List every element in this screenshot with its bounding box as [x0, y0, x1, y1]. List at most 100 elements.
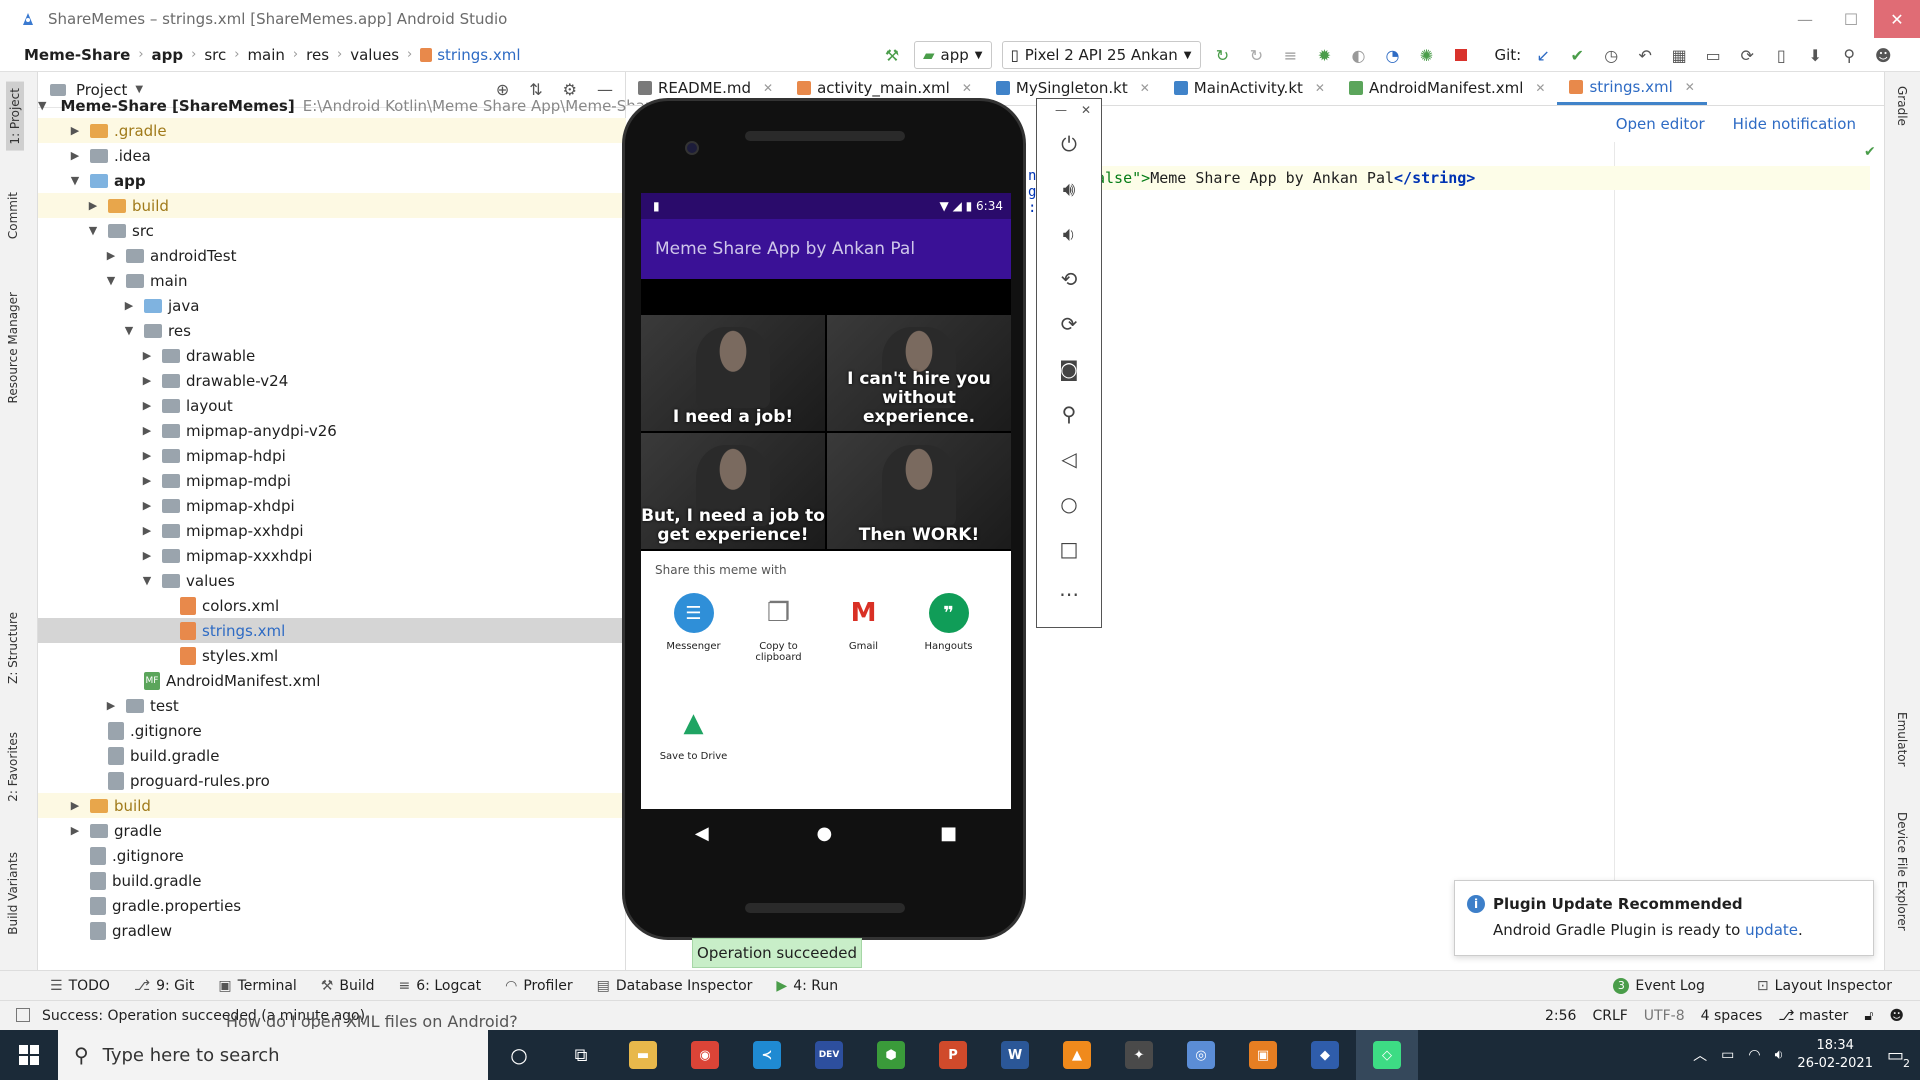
tree-item[interactable]: ▼ values: [38, 568, 626, 593]
tab-commit[interactable]: Commit: [6, 192, 20, 239]
tab-build-variants[interactable]: Build Variants: [6, 852, 20, 935]
tree-item[interactable]: gradlew: [38, 918, 626, 943]
device-screen[interactable]: ▮ ▼ ◢ ▮ 6:34 Meme Share App by Ankan Pal…: [641, 193, 1011, 809]
chrome-icon[interactable]: ◉: [674, 1030, 736, 1080]
chevron-down-icon[interactable]: ▼: [104, 274, 118, 287]
share-target[interactable]: ☰ Messenger: [651, 593, 736, 652]
terminal-tab[interactable]: ▣ Terminal: [218, 978, 296, 994]
profiler-tab[interactable]: ◠ Profiler: [505, 978, 573, 994]
file-explorer-icon[interactable]: ▬: [612, 1030, 674, 1080]
share-target[interactable]: ▲ Save to Drive: [651, 703, 736, 762]
app-green-icon[interactable]: ⬢: [860, 1030, 922, 1080]
volume-down-icon[interactable]: 🔉︎: [1037, 211, 1101, 256]
battery-icon[interactable]: ▭: [1721, 1047, 1734, 1063]
rotate-right-icon[interactable]: ⟳: [1037, 301, 1101, 346]
breadcrumb-item[interactable]: strings.xml: [437, 46, 520, 64]
chevron-down-icon[interactable]: ▼: [140, 574, 154, 587]
breadcrumb-item[interactable]: values: [350, 46, 399, 64]
lock-icon[interactable]: 🔓︎: [1864, 1008, 1873, 1024]
chevron-right-icon[interactable]: ▶: [104, 699, 118, 712]
app-circle-icon[interactable]: ◎: [1170, 1030, 1232, 1080]
logcat-tab[interactable]: ≡ 6: Logcat: [399, 978, 482, 994]
chevron-right-icon[interactable]: ▶: [140, 424, 154, 437]
volume-icon[interactable]: 🔉︎: [1775, 1047, 1784, 1063]
git-branch[interactable]: ⎇ master: [1778, 1008, 1848, 1024]
share-target[interactable]: ❐ Copy to clipboard: [736, 593, 821, 663]
rerun-icon[interactable]: ↻: [1211, 43, 1235, 67]
chevron-right-icon[interactable]: ▶: [140, 399, 154, 412]
chevron-right-icon[interactable]: ▶: [68, 799, 82, 812]
tree-item[interactable]: ▼ res: [38, 318, 626, 343]
tree-item[interactable]: build.gradle: [38, 868, 626, 893]
close-icon[interactable]: ✕: [1081, 103, 1091, 121]
stop-icon[interactable]: [1449, 43, 1473, 67]
tab-gradle[interactable]: Gradle: [1895, 86, 1909, 126]
git-tab[interactable]: ⎇ 9: Git: [134, 978, 194, 994]
hammer-icon[interactable]: ⚒: [880, 43, 904, 67]
tree-item[interactable]: gradle.properties: [38, 893, 626, 918]
tab-resource-manager[interactable]: Resource Manager: [6, 292, 20, 403]
task-view-icon[interactable]: ⧉: [550, 1030, 612, 1080]
powerpoint-icon[interactable]: P: [922, 1030, 984, 1080]
zoom-icon[interactable]: ⚲: [1037, 391, 1101, 436]
wifi-icon[interactable]: ◠: [1748, 1047, 1760, 1063]
dev-cpp-icon[interactable]: DEV: [798, 1030, 860, 1080]
chevron-right-icon[interactable]: ▶: [68, 149, 82, 162]
cortana-icon[interactable]: ○: [488, 1030, 550, 1080]
tree-item[interactable]: colors.xml: [38, 593, 626, 618]
rotate-left-icon[interactable]: ⟲: [1037, 256, 1101, 301]
overview-icon[interactable]: □: [1037, 526, 1101, 571]
line-separator[interactable]: CRLF: [1592, 1008, 1627, 1024]
word-icon[interactable]: W: [984, 1030, 1046, 1080]
tree-item[interactable]: ▶ androidTest: [38, 243, 626, 268]
device-manager-icon[interactable]: ▯: [1769, 43, 1793, 67]
share-target[interactable]: M Gmail: [821, 593, 906, 652]
hide-notification-link[interactable]: Hide notification: [1733, 115, 1856, 133]
chevron-down-icon[interactable]: ▼: [86, 224, 100, 237]
coverage-icon[interactable]: ◐: [1347, 43, 1371, 67]
back-icon[interactable]: ◀: [695, 823, 709, 844]
close-tab-icon[interactable]: ✕: [763, 81, 773, 95]
close-tab-icon[interactable]: ✕: [1140, 81, 1150, 95]
tree-item[interactable]: ▶ mipmap-xxxhdpi: [38, 543, 626, 568]
git-update-icon[interactable]: ↙: [1531, 43, 1555, 67]
tree-item[interactable]: ▼ main: [38, 268, 626, 293]
tree-item[interactable]: .gitignore: [38, 843, 626, 868]
panel-toggle-icon[interactable]: [16, 1008, 30, 1022]
tree-item[interactable]: ▶ layout: [38, 393, 626, 418]
close-tab-icon[interactable]: ✕: [1315, 81, 1325, 95]
maximize-button[interactable]: ☐: [1828, 0, 1874, 38]
home-icon[interactable]: ○: [1037, 481, 1101, 526]
user-icon[interactable]: ☻: [1871, 43, 1895, 67]
chevron-right-icon[interactable]: ▶: [104, 249, 118, 262]
power-icon[interactable]: ⏻: [1037, 121, 1101, 166]
tree-item[interactable]: ▼ Meme-Share [ShareMemes] E:\Android Kotli…: [38, 93, 660, 118]
breadcrumb-item[interactable]: app: [152, 46, 184, 64]
chevron-right-icon[interactable]: ▶: [140, 474, 154, 487]
sdk-manager-icon[interactable]: ⬇: [1803, 43, 1827, 67]
tab-structure[interactable]: Z: Structure: [6, 612, 20, 684]
close-tab-icon[interactable]: ✕: [962, 81, 972, 95]
tab-emulator[interactable]: Emulator: [1895, 712, 1909, 767]
event-log-tab[interactable]: 3 Event Log: [1613, 977, 1705, 994]
git-rollback-icon[interactable]: ↶: [1633, 43, 1657, 67]
tree-item[interactable]: ▶ build: [38, 793, 626, 818]
chevron-up-icon[interactable]: ︿: [1693, 1045, 1707, 1065]
chevron-right-icon[interactable]: ▶: [140, 449, 154, 462]
git-history-icon[interactable]: ◷: [1599, 43, 1623, 67]
app-orange-icon[interactable]: ▣: [1232, 1030, 1294, 1080]
tab-device-file-explorer[interactable]: Device File Explorer: [1895, 812, 1909, 931]
code-line[interactable]: alse"> Meme Share App by Ankan Pal </str…: [1090, 166, 1870, 190]
avd-manager-icon[interactable]: ▭: [1701, 43, 1725, 67]
tree-item[interactable]: build.gradle: [38, 743, 626, 768]
database-inspector-tab[interactable]: ▤ Database Inspector: [597, 978, 753, 994]
search-icon[interactable]: ⚲: [1837, 43, 1861, 67]
tree-item[interactable]: ▶ gradle: [38, 818, 626, 843]
share-target[interactable]: ❞ Hangouts: [906, 593, 991, 652]
chevron-down-icon[interactable]: ▼: [122, 324, 136, 337]
clock[interactable]: 18:34 26-02-2021: [1797, 1037, 1873, 1073]
tree-item[interactable]: ▶ mipmap-anydpi-v26: [38, 418, 626, 443]
vscode-icon[interactable]: ≺: [736, 1030, 798, 1080]
tree-item[interactable]: ▶ build: [38, 193, 626, 218]
close-button[interactable]: ✕: [1874, 0, 1920, 38]
